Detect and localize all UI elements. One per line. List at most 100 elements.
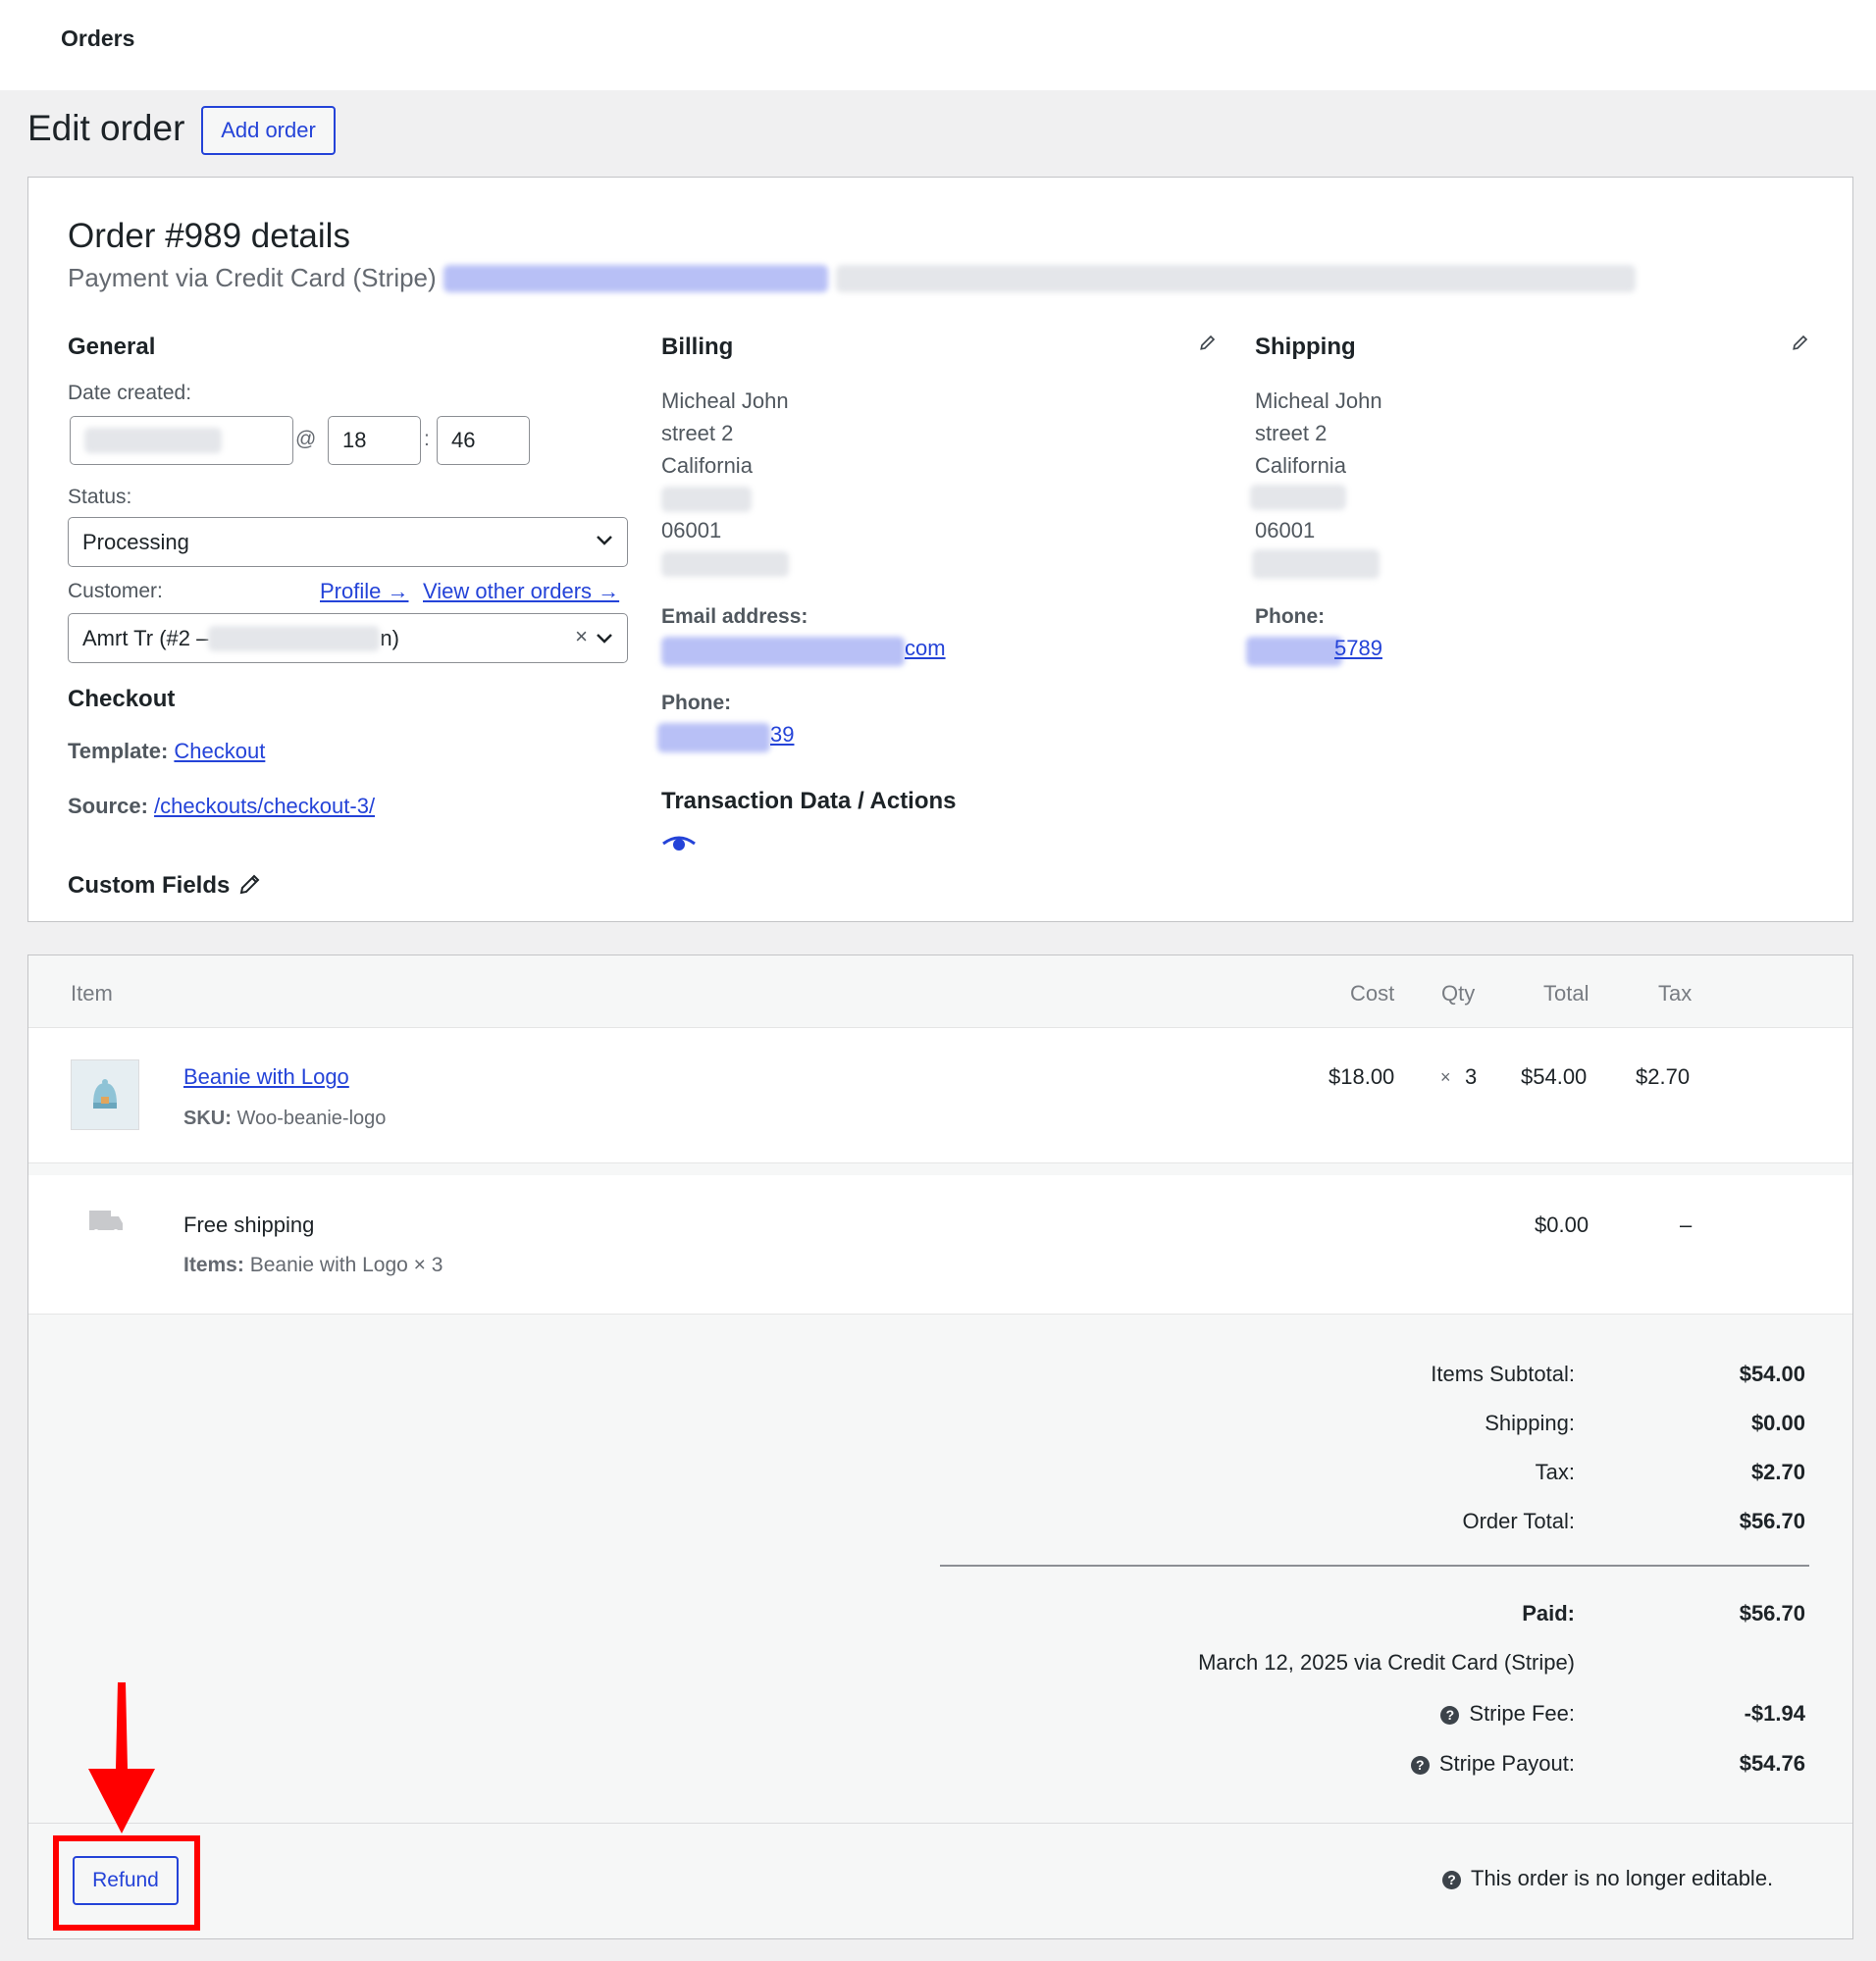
view-other-orders-link[interactable]: View other orders → <box>423 579 619 604</box>
shipping-street: street 2 <box>1255 417 1327 449</box>
product-thumbnail[interactable] <box>71 1059 139 1130</box>
custom-fields-heading: Custom Fields <box>68 872 230 900</box>
eye-icon[interactable] <box>661 834 697 853</box>
redacted-billing-email <box>661 637 905 666</box>
redacted-shipping-city <box>1250 485 1346 510</box>
totals-divider <box>940 1565 1809 1567</box>
shipping-state: California <box>1255 449 1346 482</box>
stripe-payout-label: Stripe Payout: <box>1439 1751 1575 1776</box>
shipping-items-value: Beanie with Logo × 3 <box>250 1254 443 1276</box>
redacted-shipping-phone <box>1246 637 1342 666</box>
col-header-item: Item <box>71 981 113 1006</box>
redacted-billing-country <box>661 551 789 577</box>
qty-times: × <box>1440 1067 1451 1088</box>
redacted-billing-city <box>661 487 752 512</box>
item-total: $54.00 <box>1521 1064 1587 1090</box>
customer-label: Customer: <box>68 580 163 603</box>
source-label: Source: <box>68 794 148 818</box>
status-value: Processing <box>82 530 189 555</box>
shipping-line-row <box>28 1175 1852 1315</box>
shipping-line-tax: – <box>1680 1213 1692 1238</box>
redacted-transaction-link <box>443 265 828 292</box>
billing-heading: Billing <box>661 334 733 361</box>
col-header-total: Total <box>1543 981 1589 1006</box>
chevron-down-icon <box>596 535 613 546</box>
shipping-items-label: Items: <box>183 1254 244 1276</box>
paid-note: March 12, 2025 via Credit Card (Stripe) <box>986 1650 1575 1676</box>
billing-name: Micheal John <box>661 385 789 417</box>
status-label: Status: <box>68 486 131 509</box>
help-icon: ? <box>1442 1871 1461 1889</box>
customer-select[interactable]: Amrt Tr (#2 – n) × <box>68 613 628 663</box>
clear-icon[interactable]: × <box>575 624 588 649</box>
template-link[interactable]: Checkout <box>174 739 265 763</box>
col-header-qty: Qty <box>1441 981 1475 1006</box>
customer-name-suffix: n) <box>380 626 399 651</box>
shipping-items: Items: Beanie with Logo × 3 <box>183 1254 443 1277</box>
shipping-zip: 06001 <box>1255 514 1315 546</box>
product-link[interactable]: Beanie with Logo <box>183 1064 349 1090</box>
redacted-customer-email <box>208 626 380 651</box>
paid-value: $56.70 <box>1648 1601 1805 1626</box>
status-select[interactable]: Processing <box>68 517 628 567</box>
help-icon[interactable]: ? <box>1440 1706 1459 1725</box>
general-heading: General <box>68 334 155 361</box>
checkout-template-line: Template: Checkout <box>68 739 265 764</box>
customer-name-prefix: Amrt Tr (#2 – <box>82 626 208 651</box>
not-editable-text: This order is no longer editable. <box>1471 1866 1773 1890</box>
items-subtotal-value: $54.00 <box>1648 1362 1805 1387</box>
redacted-payment-info <box>836 265 1636 292</box>
chevron-down-icon <box>596 633 613 645</box>
shipping-name: Micheal John <box>1255 385 1382 417</box>
shipping-phone-link[interactable]: 5789 <box>1334 636 1382 661</box>
billing-email-link[interactable]: com <box>905 636 946 661</box>
redacted-shipping-country <box>1252 549 1380 579</box>
order-total-label: Order Total: <box>1084 1509 1575 1534</box>
hour-input[interactable]: 18 <box>328 416 421 465</box>
top-bar-title: Orders <box>61 26 134 52</box>
col-header-cost: Cost <box>1350 981 1394 1006</box>
stripe-fee-label: Stripe Fee: <box>1469 1701 1575 1726</box>
add-order-button[interactable]: Add order <box>201 106 336 155</box>
time-colon: : <box>424 428 430 451</box>
col-header-tax: Tax <box>1658 981 1692 1006</box>
item-tax: $2.70 <box>1636 1064 1690 1090</box>
transaction-heading: Transaction Data / Actions <box>661 788 957 815</box>
minute-input[interactable]: 46 <box>437 416 530 465</box>
product-sku: SKU: Woo-beanie-logo <box>183 1108 386 1130</box>
shipping-total-value: $0.00 <box>1648 1411 1805 1436</box>
checkout-heading: Checkout <box>68 686 175 713</box>
shipping-method-name: Free shipping <box>183 1213 314 1238</box>
billing-state: California <box>661 449 753 482</box>
date-created-label: Date created: <box>68 382 191 405</box>
edit-billing-pencil-icon[interactable] <box>1199 334 1217 351</box>
shipping-phone-label: Phone: <box>1255 605 1325 629</box>
tax-total-label: Tax: <box>1084 1460 1575 1485</box>
profile-link[interactable]: Profile → <box>320 579 408 604</box>
shipping-line-total: $0.00 <box>1535 1213 1589 1238</box>
item-cost: $18.00 <box>1329 1064 1394 1090</box>
pencil-icon[interactable] <box>238 872 262 896</box>
shipping-total-label: Shipping: <box>1084 1411 1575 1436</box>
template-label: Template: <box>68 739 168 763</box>
edit-shipping-pencil-icon[interactable] <box>1792 334 1809 351</box>
source-link[interactable]: /checkouts/checkout-3/ <box>154 794 375 818</box>
item-qty: 3 <box>1465 1064 1477 1090</box>
stripe-fee-row-label: ? Stripe Fee: <box>1084 1701 1575 1727</box>
date-at-sign: @ <box>295 428 316 451</box>
help-icon[interactable]: ? <box>1411 1756 1430 1775</box>
sku-value: Woo-beanie-logo <box>236 1108 386 1129</box>
items-subtotal-label: Items Subtotal: <box>1084 1362 1575 1387</box>
billing-phone-link[interactable]: 39 <box>770 722 794 748</box>
not-editable-notice: ? This order is no longer editable. <box>1442 1866 1773 1891</box>
top-bar: Orders <box>0 0 1876 90</box>
billing-zip: 06001 <box>661 514 721 546</box>
page-title: Edit order <box>27 108 184 149</box>
tax-total-value: $2.70 <box>1648 1460 1805 1485</box>
table-row <box>28 1028 1852 1163</box>
date-created-input[interactable] <box>70 416 293 465</box>
truck-icon <box>88 1209 124 1236</box>
sku-label: SKU: <box>183 1108 232 1129</box>
order-total-value: $56.70 <box>1648 1509 1805 1534</box>
stripe-payout-value: $54.76 <box>1648 1751 1805 1777</box>
